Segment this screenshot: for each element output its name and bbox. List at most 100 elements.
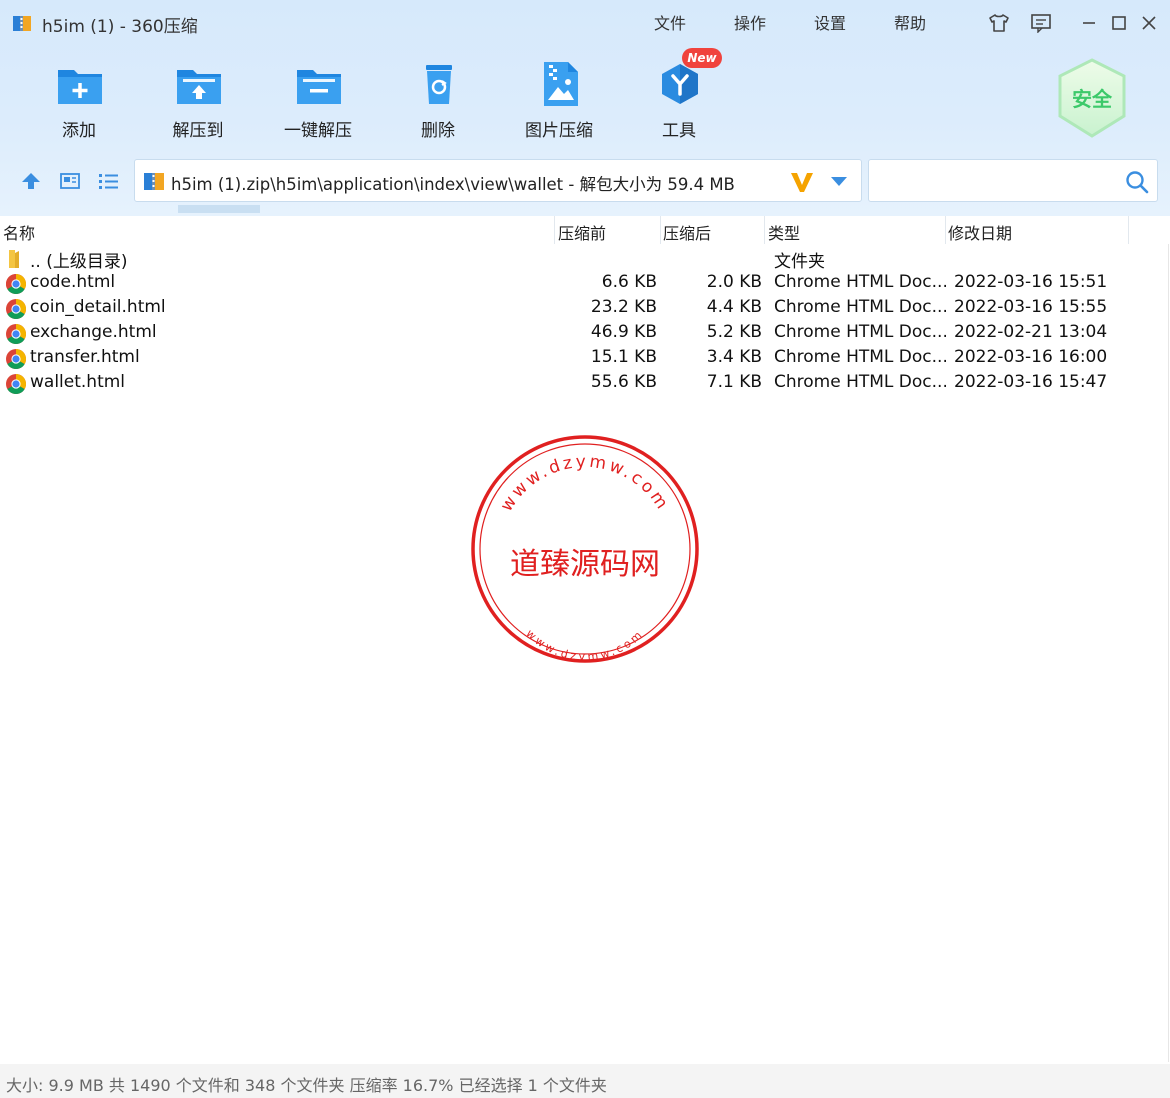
stamp-bottom-text: www.dzymw.com — [523, 627, 643, 664]
chrome-icon — [6, 374, 26, 394]
feedback-icon[interactable] — [1028, 10, 1054, 36]
file-size-after: 4.4 KB — [706, 297, 762, 317]
one-click-extract-icon — [297, 70, 341, 104]
file-type: Chrome HTML Doc... — [774, 347, 946, 367]
zip-archive-icon — [144, 173, 164, 190]
chrome-icon — [6, 274, 26, 294]
delete-button[interactable]: 删除 — [383, 58, 493, 144]
chevron-down-icon[interactable] — [829, 174, 849, 188]
folder-icon — [9, 250, 19, 268]
vertical-scroll-track — [1168, 244, 1169, 1062]
column-separator[interactable] — [764, 216, 765, 244]
file-row[interactable]: transfer.html 15.1 KB 3.4 KB Chrome HTML… — [0, 346, 1170, 371]
extract-to-icon — [177, 70, 221, 104]
file-size-before: 23.2 KB — [590, 297, 657, 317]
watermark-stamp: www.dzymw.com 道臻源码网 www.dzymw.com — [471, 435, 699, 664]
column-separator[interactable] — [945, 216, 946, 244]
list-view-button[interactable] — [95, 168, 121, 194]
extract-to-button[interactable]: 解压到 — [143, 58, 253, 144]
search-box[interactable] — [868, 159, 1158, 202]
chrome-icon — [6, 324, 26, 344]
title-bar[interactable]: h5im (1) - 360压缩 文件 操作 设置 帮助 — [0, 0, 1170, 46]
file-size-after: 7.1 KB — [706, 372, 762, 392]
v-logo-icon[interactable] — [789, 170, 815, 194]
new-badge: New — [682, 48, 722, 68]
menu-settings[interactable]: 设置 — [814, 10, 846, 34]
column-separator[interactable] — [1128, 216, 1129, 244]
column-date[interactable]: 修改日期 — [948, 220, 1012, 244]
close-icon[interactable] — [1136, 10, 1162, 36]
window-title: h5im (1) - 360压缩 — [42, 17, 198, 37]
menu-operate[interactable]: 操作 — [734, 10, 766, 34]
file-size-before: 6.6 KB — [601, 272, 657, 292]
status-bar: 大小: 9.9 MB 共 1490 个文件和 348 个文件夹 压缩率 16.7… — [0, 1064, 1170, 1098]
file-size-before: 55.6 KB — [590, 372, 657, 392]
column-separator[interactable] — [660, 216, 661, 244]
file-type: Chrome HTML Doc... — [774, 372, 946, 392]
trash-icon — [426, 65, 452, 104]
file-type: Chrome HTML Doc... — [774, 322, 946, 342]
delete-label: 删除 — [421, 121, 455, 141]
file-size-after: 5.2 KB — [706, 322, 762, 342]
tools-button[interactable]: 工具 — [624, 58, 734, 144]
status-text: 大小: 9.9 MB 共 1490 个文件和 348 个文件夹 压缩率 16.7… — [6, 1076, 607, 1095]
search-icon[interactable] — [1124, 169, 1150, 195]
address-path: h5im (1).zip\h5im\application\index\view… — [171, 175, 735, 194]
file-type: Chrome HTML Doc... — [774, 272, 946, 292]
file-row[interactable]: wallet.html 55.6 KB 7.1 KB Chrome HTML D… — [0, 371, 1170, 396]
file-date: 2022-03-16 15:47 — [954, 372, 1108, 392]
extract-to-label: 解压到 — [172, 121, 224, 141]
column-name[interactable]: 名称 — [3, 220, 35, 244]
file-name: .. (上级目录) — [30, 252, 128, 272]
svg-text:www.dzymw.com: www.dzymw.com — [523, 627, 646, 664]
address-bar[interactable]: h5im (1).zip\h5im\application\index\view… — [134, 159, 862, 202]
image-compress-label: 图片压缩 — [525, 121, 593, 141]
tools-icon — [662, 64, 698, 104]
file-row[interactable]: code.html 6.6 KB 2.0 KB Chrome HTML Doc.… — [0, 271, 1170, 296]
file-date: 2022-03-16 15:55 — [954, 297, 1108, 317]
file-type: Chrome HTML Doc... — [774, 297, 946, 317]
menu-help[interactable]: 帮助 — [894, 10, 926, 34]
file-row[interactable]: coin_detail.html 23.2 KB 4.4 KB Chrome H… — [0, 296, 1170, 321]
app-logo-icon — [13, 16, 31, 31]
add-folder-icon — [58, 70, 102, 104]
chrome-icon — [6, 299, 26, 319]
minimize-icon[interactable] — [1076, 10, 1102, 36]
up-level-button[interactable] — [18, 168, 44, 194]
stamp-center-text: 道臻源码网 — [510, 547, 660, 582]
file-name: coin_detail.html — [30, 297, 166, 317]
file-size-before: 15.1 KB — [590, 347, 657, 367]
column-separator[interactable] — [554, 216, 555, 244]
column-before[interactable]: 压缩前 — [558, 220, 606, 244]
column-header-row: 名称 压缩前 压缩后 类型 修改日期 — [0, 216, 1170, 244]
horizontal-scroll-thumb[interactable] — [178, 205, 260, 213]
file-date: 2022-03-16 16:00 — [954, 347, 1108, 367]
image-compress-button[interactable]: 图片压缩 — [504, 58, 614, 144]
search-input[interactable] — [877, 166, 1117, 196]
list-view-icon — [99, 174, 118, 189]
chrome-icon — [6, 349, 26, 369]
file-row[interactable]: exchange.html 46.9 KB 5.2 KB Chrome HTML… — [0, 321, 1170, 346]
menu-file[interactable]: 文件 — [654, 10, 686, 34]
file-name: transfer.html — [30, 347, 140, 367]
column-after[interactable]: 压缩后 — [663, 220, 711, 244]
maximize-icon[interactable] — [1106, 10, 1132, 36]
one-click-extract-button[interactable]: 一键解压 — [263, 58, 373, 144]
file-type: 文件夹 — [774, 252, 825, 272]
image-compress-icon — [544, 62, 578, 106]
arrow-up-icon — [22, 173, 40, 189]
one-click-extract-label: 一键解压 — [284, 121, 352, 141]
tools-label: 工具 — [662, 121, 696, 141]
file-date: 2022-02-21 13:04 — [954, 322, 1108, 342]
file-row[interactable]: .. (上级目录) 文件夹 — [0, 246, 1170, 272]
safe-label: 安全 — [1072, 87, 1113, 111]
thumbnail-view-icon — [60, 173, 80, 189]
file-size-after: 3.4 KB — [706, 347, 762, 367]
thumbnail-view-button[interactable] — [57, 168, 83, 194]
svg-text:www.dzymw.com: www.dzymw.com — [497, 452, 674, 515]
safe-badge[interactable]: 安全 — [1054, 56, 1130, 142]
add-button[interactable]: 添加 — [24, 58, 134, 144]
file-size-after: 2.0 KB — [706, 272, 762, 292]
column-type[interactable]: 类型 — [768, 220, 800, 244]
skin-icon[interactable] — [986, 10, 1012, 36]
